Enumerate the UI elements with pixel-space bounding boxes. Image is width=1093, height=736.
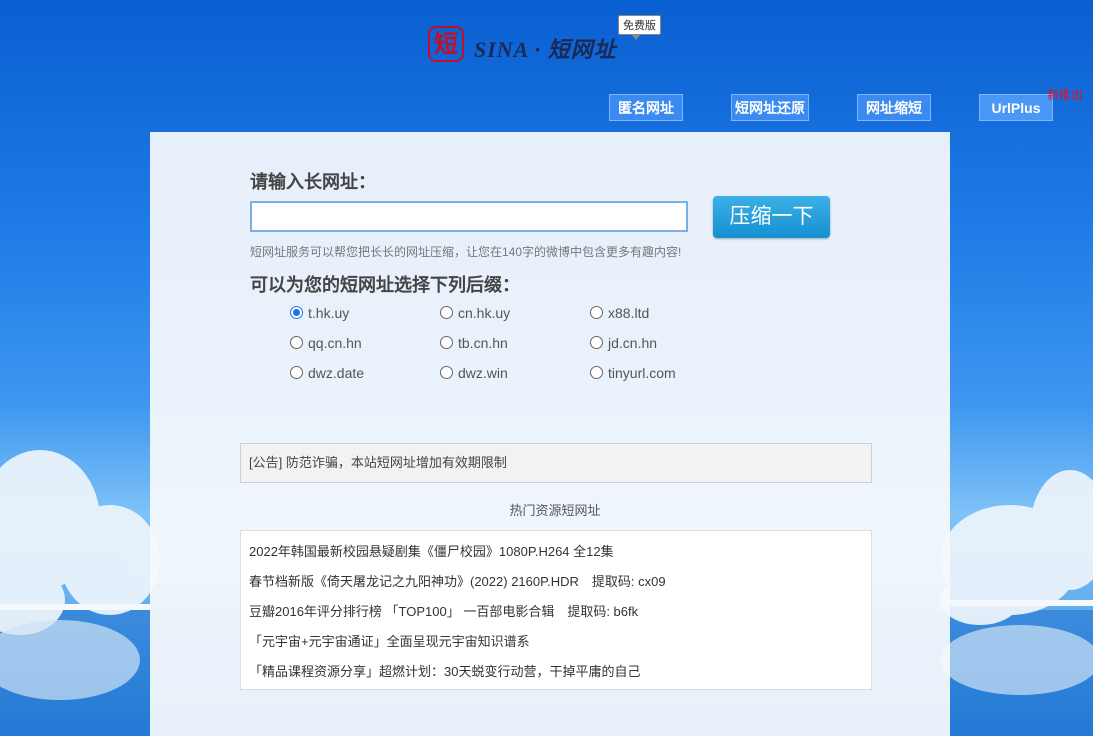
list-item[interactable]: 豆瓣2016年评分排行榜 「TOP100」 一百部电影合辑 提取码: b6fk [249,601,638,620]
nav-url-shorten[interactable]: 网址缩短 [857,94,931,121]
suffix-option[interactable]: dwz.date [290,364,364,382]
list-item[interactable]: 2022年韩国最新校园悬疑剧集《僵尸校园》1080P.H264 全12集 [249,541,614,560]
long-url-label: 请输入长网址： [250,172,376,192]
list-item[interactable]: 「精品课程资源分享」超燃计划：30天蜕变行动营，干掉平庸的自己 [249,661,640,680]
suffix-option[interactable]: tinyurl.com [590,364,676,382]
suffix-option[interactable]: cn.hk.uy [440,304,510,322]
radio-selected-icon[interactable] [290,306,303,319]
list-item[interactable]: 「元宇宙+元宇宙通证」全面呈现元宇宙知识谱系 [249,631,530,650]
suffix-option[interactable]: x88.ltd [590,304,649,322]
radio-icon[interactable] [290,366,303,379]
nav-anonymous-url[interactable]: 匿名网址 [609,94,683,121]
suffix-option[interactable]: jd.cn.hn [590,334,657,352]
nav-urlplus[interactable]: UrlPlus [979,94,1053,121]
site-logo[interactable]: 短 SINA · 短网址 免费版 [428,14,668,64]
radio-icon[interactable] [440,306,453,319]
suffix-option[interactable]: tb.cn.hn [440,334,508,352]
new-badge: 新推出 [1047,88,1084,102]
radio-icon[interactable] [590,366,603,379]
radio-icon[interactable] [440,366,453,379]
logo-text: SINA · 短网址 [474,37,617,62]
radio-icon[interactable] [590,306,603,319]
free-version-badge: 免费版 [618,15,661,40]
main-panel: 请输入长网址： 压缩一下 短网址服务可以帮您把长长的网址压缩，让您在140字的微… [150,132,950,736]
radio-icon[interactable] [590,336,603,349]
shorten-button[interactable]: 压缩一下 [713,196,830,238]
announcement: [公告] 防范诈骗，本站短网址增加有效期限制 [240,443,872,483]
logo-mark: 短 [428,26,464,62]
suffix-option[interactable]: qq.cn.hn [290,334,362,352]
suffix-label: 可以为您的短网址选择下列后缀： [250,275,520,295]
service-hint: 短网址服务可以帮您把长长的网址压缩，让您在140字的微博中包含更多有趣内容! [250,245,682,259]
hot-resources-list: 2022年韩国最新校园悬疑剧集《僵尸校园》1080P.H264 全12集 春节档… [240,530,872,690]
list-item[interactable]: 春节档新版《倚天屠龙记之九阳神功》(2022) 2160P.HDR 提取码: c… [249,571,666,590]
radio-icon[interactable] [440,336,453,349]
suffix-option[interactable]: t.hk.uy [290,304,349,322]
radio-icon[interactable] [290,336,303,349]
long-url-input[interactable] [250,201,688,232]
nav-url-restore[interactable]: 短网址还原 [731,94,809,121]
suffix-option[interactable]: dwz.win [440,364,508,382]
hot-resources-title: 热门资源短网址 [509,503,601,518]
